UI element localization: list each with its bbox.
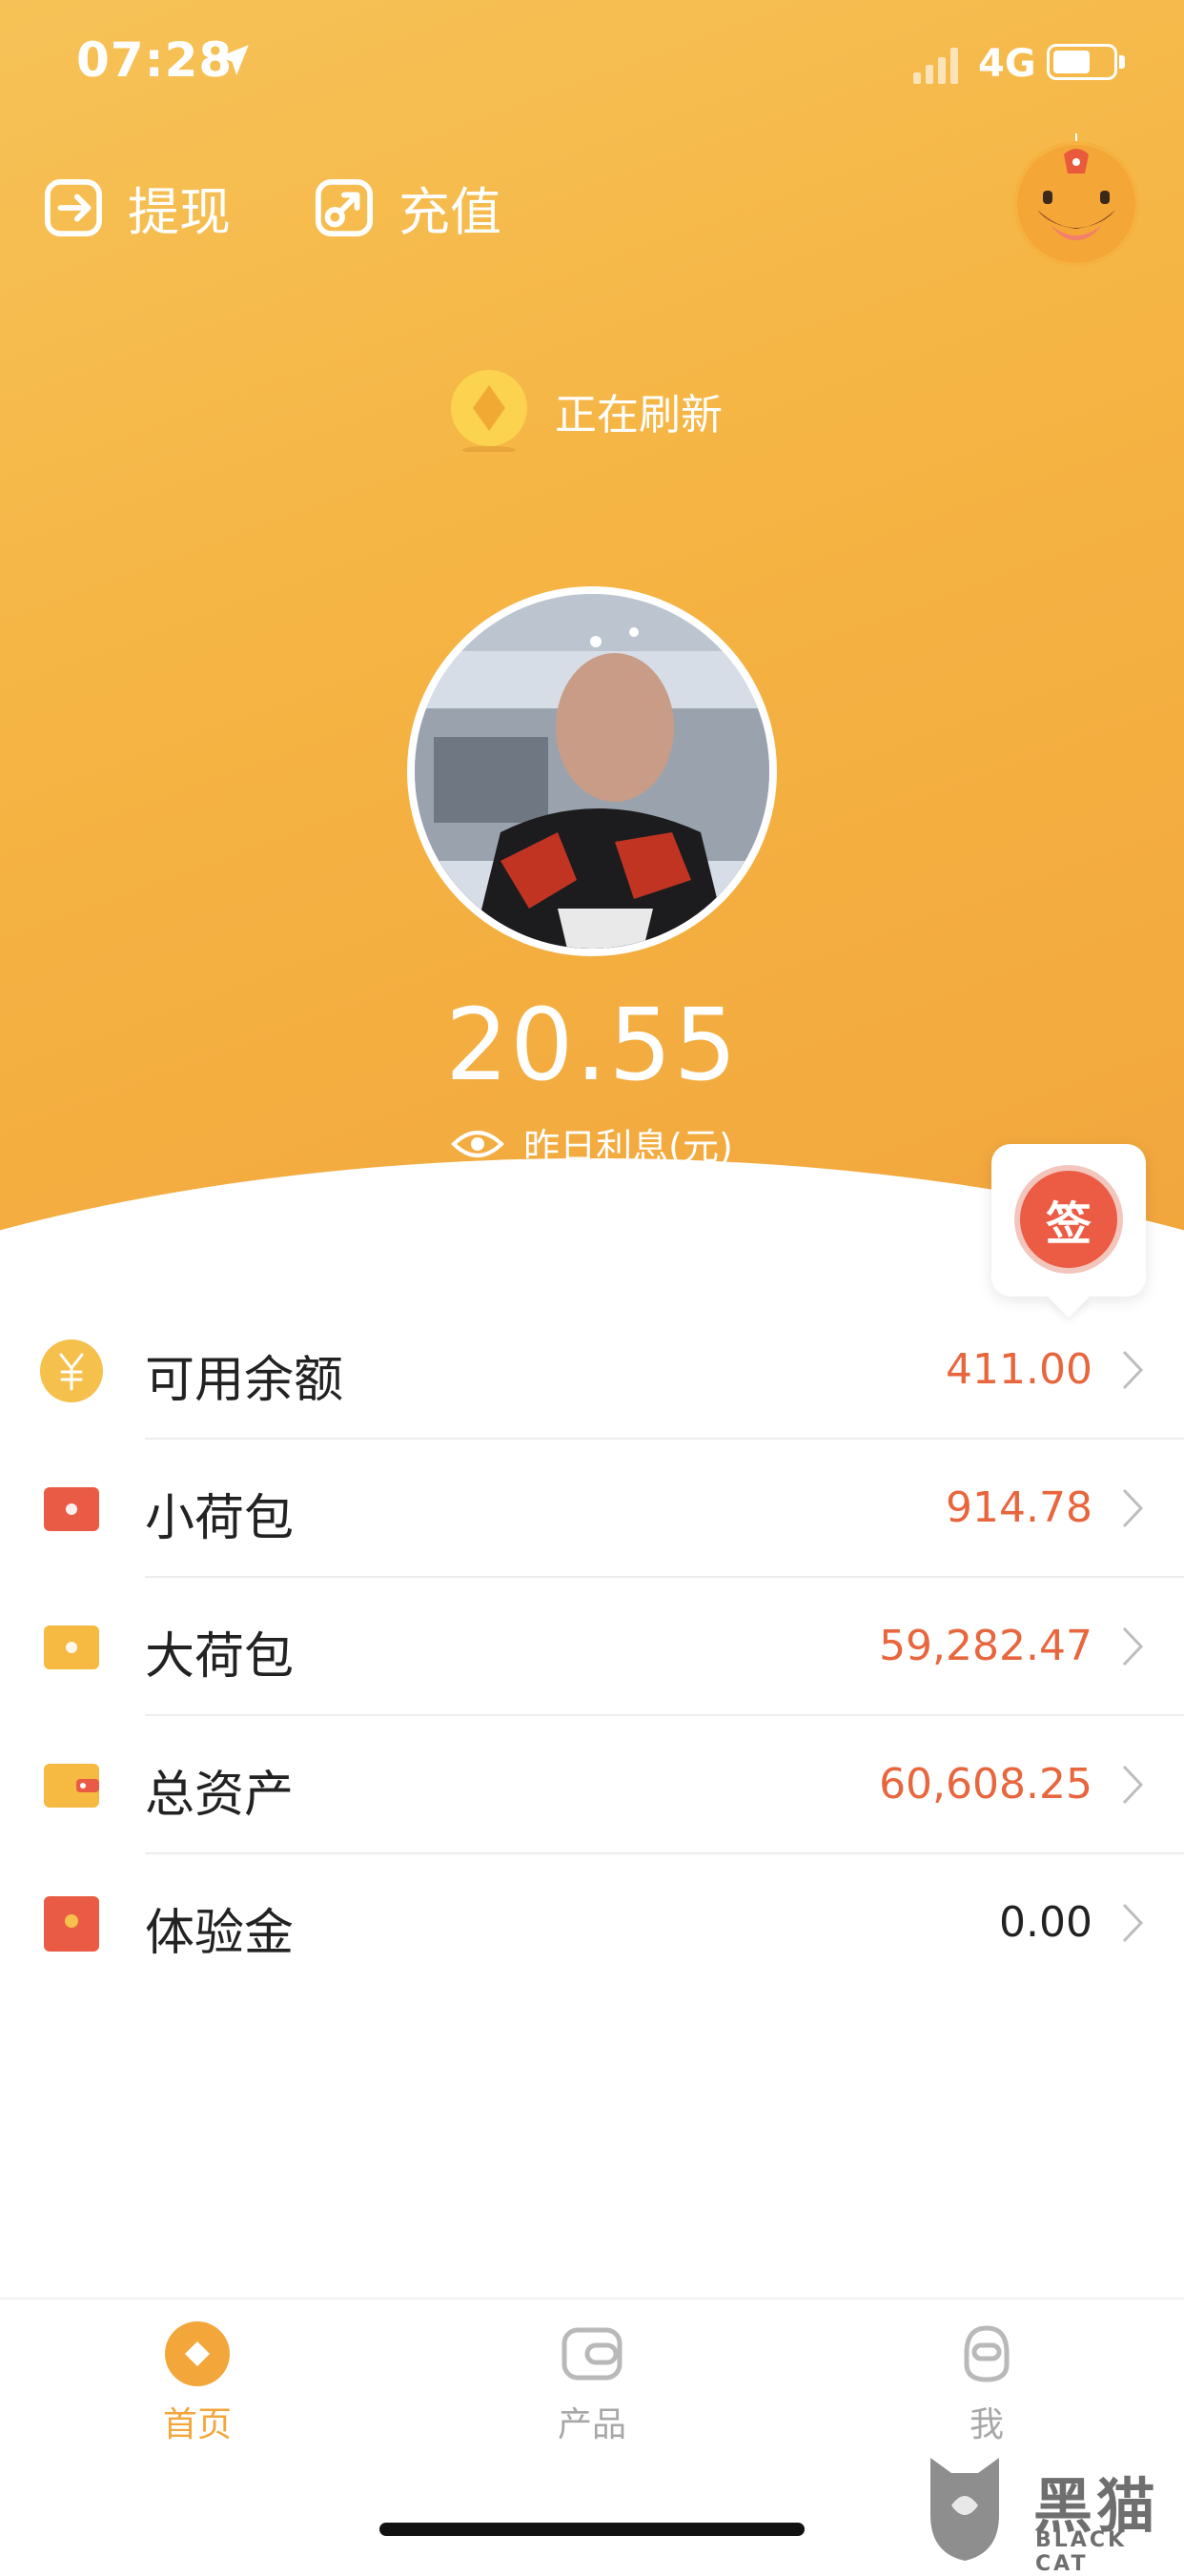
- watermark-subtext: BLACK CAT: [1035, 2528, 1128, 2576]
- chevron-right-icon: [1122, 1626, 1144, 1666]
- asset-row-trial-fund[interactable]: 体验金 0.00: [0, 1854, 1184, 1993]
- chevron-right-icon: [1122, 1488, 1144, 1528]
- location-arrow-icon: [218, 45, 249, 75]
- asset-value: 411.00: [946, 1345, 1092, 1394]
- asset-value: 914.78: [946, 1483, 1092, 1532]
- asset-row-available-balance[interactable]: 可用余额 411.00: [0, 1301, 1184, 1440]
- chevron-right-icon: [1122, 1765, 1144, 1805]
- asset-row-large-pouch[interactable]: 大荷包 59,282.47: [0, 1578, 1184, 1716]
- withdraw-label: 提现: [128, 182, 231, 242]
- asset-value: 59,282.47: [879, 1622, 1092, 1670]
- yellow-wallet-icon: [44, 1625, 99, 1669]
- eye-icon[interactable]: [451, 1127, 505, 1161]
- coin-icon: [451, 370, 527, 452]
- home-indicator: [379, 2523, 805, 2536]
- signal-icon: [913, 48, 958, 84]
- chevron-right-icon: [1122, 1350, 1144, 1390]
- asset-value: 60,608.25: [879, 1760, 1092, 1809]
- asset-value: 0.00: [999, 1898, 1092, 1947]
- asset-list: 可用余额 411.00 小荷包 914.78 大荷包 59,282.47 总资产…: [0, 1301, 1184, 1993]
- mascot-icon[interactable]: [1009, 133, 1144, 269]
- avatar-photo: [415, 594, 769, 949]
- recharge-icon: [315, 178, 374, 236]
- asset-label: 总资产: [145, 1767, 295, 1824]
- checkin-bubble[interactable]: 签: [991, 1144, 1146, 1297]
- status-time: 07:28: [76, 32, 234, 88]
- tab-label: 产品: [557, 2405, 626, 2444]
- network-type: 4G: [978, 42, 1036, 86]
- avatar[interactable]: [407, 586, 777, 956]
- home-icon: [165, 2321, 230, 2386]
- yesterday-interest-amount: 20.55: [445, 987, 739, 1103]
- withdraw-button[interactable]: 提现: [44, 170, 231, 245]
- asset-label: 小荷包: [145, 1490, 295, 1547]
- tab-profile[interactable]: 我: [891, 2320, 1082, 2446]
- trial-fund-icon: [44, 1896, 99, 1952]
- tab-products[interactable]: 产品: [497, 2320, 687, 2446]
- yuan-coin-icon: [40, 1339, 103, 1402]
- profile-icon: [964, 2325, 1010, 2382]
- asset-row-small-pouch[interactable]: 小荷包 914.78: [0, 1440, 1184, 1578]
- withdraw-icon: [44, 178, 103, 236]
- product-icon: [561, 2327, 623, 2381]
- asset-label: 大荷包: [145, 1628, 295, 1686]
- tab-label: 首页: [162, 2405, 232, 2444]
- asset-label: 可用余额: [145, 1352, 344, 1409]
- battery-icon: [1047, 44, 1117, 80]
- total-wallet-icon: [44, 1764, 99, 1808]
- tab-label: 我: [969, 2405, 1004, 2444]
- checkin-button[interactable]: 签: [1014, 1165, 1123, 1274]
- red-wallet-icon: [44, 1487, 99, 1531]
- recharge-button[interactable]: 充值: [315, 170, 501, 245]
- asset-label: 体验金: [145, 1905, 295, 1962]
- refresh-indicator: 正在刷新: [448, 370, 723, 452]
- recharge-label: 充值: [398, 182, 501, 242]
- asset-row-total-assets[interactable]: 总资产 60,608.25: [0, 1716, 1184, 1854]
- chevron-right-icon: [1122, 1903, 1144, 1943]
- refresh-text: 正在刷新: [555, 391, 723, 440]
- status-bar: 07:28 4G: [0, 0, 1184, 124]
- yesterday-interest-label: 昨日利息(元): [523, 1126, 733, 1168]
- tab-home[interactable]: 首页: [102, 2320, 293, 2446]
